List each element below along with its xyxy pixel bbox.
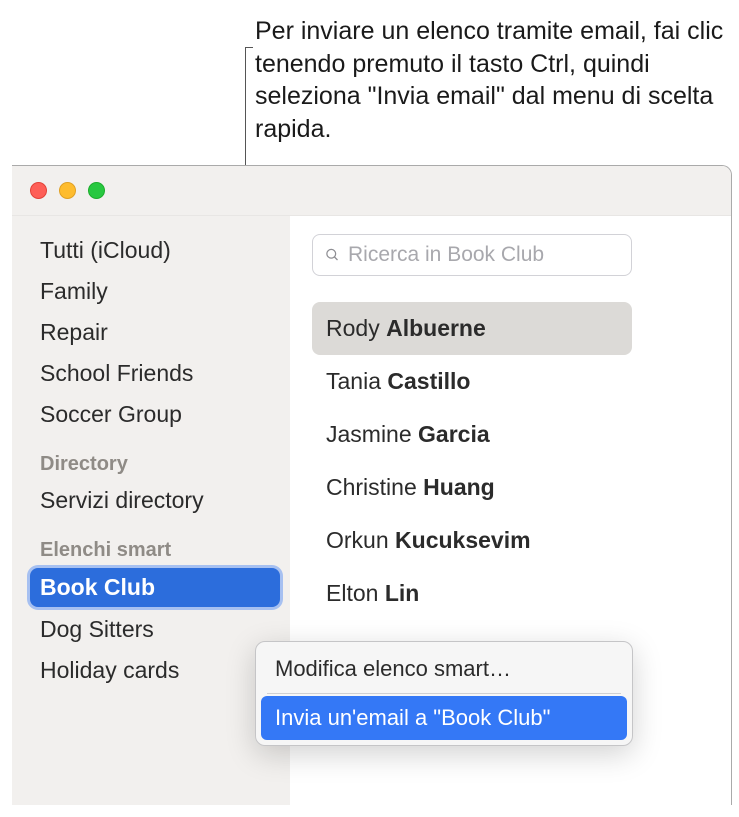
close-icon[interactable] bbox=[30, 182, 47, 199]
sidebar: Tutti (iCloud)FamilyRepairSchool Friends… bbox=[12, 216, 290, 805]
contact-item[interactable]: Jasmine Garcia bbox=[312, 408, 632, 461]
sidebar-item[interactable]: Repair bbox=[12, 312, 290, 353]
contact-list: Rody AlbuerneTania CastilloJasmine Garci… bbox=[312, 302, 632, 620]
contact-item[interactable]: Tania Castillo bbox=[312, 355, 632, 408]
context-menu: Modifica elenco smart… Invia un'email a "… bbox=[255, 641, 633, 746]
contact-first-name: Orkun bbox=[326, 527, 395, 553]
zoom-icon[interactable] bbox=[88, 182, 105, 199]
help-annotation: Per inviare un elenco tramite email, fai… bbox=[255, 15, 725, 145]
contact-item[interactable]: Christine Huang bbox=[312, 461, 632, 514]
contact-item[interactable]: Orkun Kucuksevim bbox=[312, 514, 632, 567]
contact-first-name: Tania bbox=[326, 368, 387, 394]
menu-item[interactable]: Invia un'email a "Book Club" bbox=[261, 696, 627, 740]
contact-last-name: Castillo bbox=[387, 368, 470, 394]
minimize-icon[interactable] bbox=[59, 182, 76, 199]
contact-last-name: Kucuksevim bbox=[395, 527, 531, 553]
sidebar-item[interactable]: Holiday cards bbox=[12, 650, 290, 691]
sidebar-item[interactable]: Soccer Group bbox=[12, 394, 290, 435]
sidebar-item[interactable]: Tutti (iCloud) bbox=[12, 230, 290, 271]
contact-item[interactable]: Elton Lin bbox=[312, 567, 632, 620]
contact-first-name: Christine bbox=[326, 474, 423, 500]
contact-first-name: Elton bbox=[326, 580, 385, 606]
contact-first-name: Rody bbox=[326, 315, 386, 341]
sidebar-item[interactable]: Book Club bbox=[30, 568, 280, 607]
sidebar-section-header: Directory bbox=[12, 435, 290, 480]
contact-last-name: Albuerne bbox=[386, 315, 486, 341]
search-icon bbox=[325, 245, 340, 265]
contact-item[interactable]: Rody Albuerne bbox=[312, 302, 632, 355]
search-input[interactable] bbox=[348, 243, 619, 267]
contact-last-name: Garcia bbox=[418, 421, 490, 447]
contacts-window: Tutti (iCloud)FamilyRepairSchool Friends… bbox=[12, 165, 732, 805]
contact-last-name: Lin bbox=[385, 580, 420, 606]
sidebar-item[interactable]: Family bbox=[12, 271, 290, 312]
sidebar-item[interactable]: Servizi directory bbox=[12, 480, 290, 521]
menu-divider bbox=[267, 693, 621, 694]
search-field[interactable] bbox=[312, 234, 632, 276]
menu-item[interactable]: Modifica elenco smart… bbox=[261, 647, 627, 691]
sidebar-item[interactable]: Dog Sitters bbox=[12, 609, 290, 650]
sidebar-item[interactable]: School Friends bbox=[12, 353, 290, 394]
contact-last-name: Huang bbox=[423, 474, 495, 500]
sidebar-section-header: Elenchi smart bbox=[12, 521, 290, 566]
contact-first-name: Jasmine bbox=[326, 421, 418, 447]
window-titlebar bbox=[12, 166, 731, 216]
